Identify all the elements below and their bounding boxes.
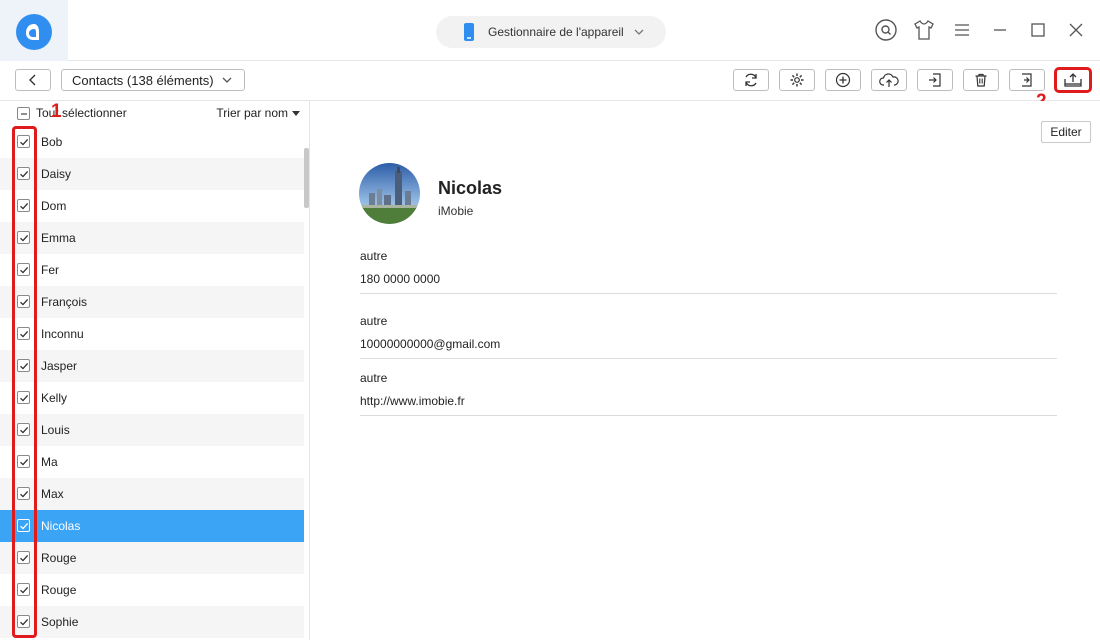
back-button[interactable] [15,69,51,91]
import-icon [929,73,941,87]
sort-label: Trier par nom [216,106,288,120]
scrollbar[interactable] [304,148,309,208]
contact-row[interactable]: François [0,286,304,318]
field-value: http://www.imobie.fr [360,394,465,408]
minimize-icon[interactable] [988,16,1012,44]
contact-company: iMobie [438,204,474,218]
add-button[interactable] [825,69,861,91]
phone-icon [464,23,474,41]
contact-row[interactable]: Louis [0,414,304,446]
contact-row[interactable]: Max [0,478,304,510]
import-button[interactable] [917,69,953,91]
device-label: Gestionnaire de l'appareil [488,25,624,39]
caret-down-icon [292,110,300,116]
contact-row[interactable]: Kelly [0,382,304,414]
contact-field: autre 10000000000@gmail.com [360,314,1057,359]
skin-icon[interactable] [912,16,936,44]
title-bar: Gestionnaire de l'appareil [0,0,1100,61]
refresh-button[interactable] [733,69,769,91]
contact-name-label: Rouge [41,551,77,565]
settings-button[interactable] [779,69,815,91]
contact-name-label: Fer [41,263,59,277]
export-to-computer-button[interactable] [1054,67,1092,93]
transfer-button[interactable] [1009,69,1045,91]
contact-list-panel: Tout sélectionner Trier par nom Bob Daisy… [0,101,310,640]
contact-name-label: Emma [41,231,76,245]
contact-name-label: Daisy [41,167,72,181]
category-dropdown[interactable]: Contacts (138 éléments) [61,69,245,91]
app-logo-icon[interactable] [16,14,52,50]
list-header: Tout sélectionner Trier par nom [0,101,310,125]
app-window: Gestionnaire de l'appareil Contacts (138… [0,0,1100,640]
contact-name-label: Rouge [41,583,77,597]
cloud-upload-icon [879,73,899,87]
contact-name-label: François [41,295,88,309]
window-controls [874,16,1088,44]
chevron-down-icon [222,75,232,86]
edit-button[interactable]: Editer [1041,121,1091,143]
field-label: autre [360,314,388,328]
contact-row[interactable]: Ma [0,446,304,478]
minus-icon [20,112,27,115]
contact-row[interactable]: Jasper [0,350,304,382]
contact-name-label: Ma [41,455,58,469]
field-value: 180 0000 0000 [360,272,441,286]
contact-name-label: Bob [41,135,63,149]
contact-name-label: Inconnu [41,327,84,341]
contact-list: Bob Daisy Dom Emma Fer François Inconnu Jasper K… [0,126,304,638]
contact-name-label: Jasper [41,359,78,373]
contact-field: autre http://www.imobie.fr [360,371,1057,416]
category-label: Contacts (138 éléments) [72,72,214,88]
contact-row[interactable]: Dom [0,190,304,222]
device-manager-dropdown[interactable]: Gestionnaire de l'appareil [436,16,666,48]
contact-name-label: Louis [41,423,70,437]
contact-row[interactable]: Fer [0,254,304,286]
field-value: 10000000000@gmail.com [360,337,501,351]
field-label: autre [360,371,388,385]
contact-detail-panel: Editer Nicolas iMobie autre 180 0000 000… [310,101,1100,640]
contact-row[interactable]: Daisy [0,158,304,190]
contact-row[interactable]: Inconnu [0,318,304,350]
menu-icon[interactable] [950,16,974,44]
contact-row[interactable]: Bob [0,126,304,158]
cloud-upload-button[interactable] [871,69,907,91]
contact-row[interactable]: Nicolas [0,510,304,542]
field-label: autre [360,249,388,263]
trash-icon [975,73,987,87]
contact-avatar [359,163,420,224]
contact-row[interactable]: Sophie [0,606,304,638]
contact-row[interactable]: Rouge [0,574,304,606]
chevron-down-icon [634,27,644,38]
maximize-icon[interactable] [1026,16,1050,44]
delete-button[interactable] [963,69,999,91]
contact-name: Nicolas [438,178,503,198]
contact-name-label: Kelly [41,391,68,405]
chevron-left-icon [29,74,36,86]
search-icon[interactable] [874,16,898,44]
contact-name-label: Sophie [41,615,79,629]
close-icon[interactable] [1064,16,1088,44]
select-all-checkbox[interactable] [17,107,30,120]
checkbox-column-highlight [12,126,37,638]
toolbar: Contacts (138 éléments) [0,61,1100,101]
contact-row[interactable]: Emma [0,222,304,254]
refresh-icon [745,73,757,87]
gear-icon [790,73,804,87]
sort-dropdown[interactable]: Trier par nom [216,106,300,120]
plus-icon [835,72,851,88]
contact-field: autre 180 0000 0000 [360,249,1057,294]
step-marker-1: 1 [51,101,62,122]
contact-row[interactable]: Rouge [0,542,304,574]
select-all-label[interactable]: Tout sélectionner [36,106,127,120]
export-icon [1064,73,1082,87]
app-logo-area [0,0,68,61]
contact-name-label: Nicolas [41,519,81,533]
transfer-icon [1022,73,1032,87]
contact-name-label: Dom [41,199,67,213]
contact-name-label: Max [41,487,64,501]
